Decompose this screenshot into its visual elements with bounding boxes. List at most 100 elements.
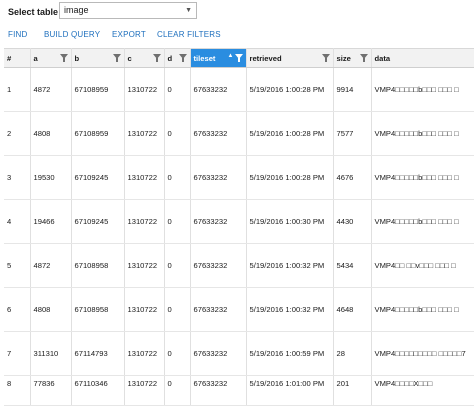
cell-b: 67110346 — [71, 375, 125, 406]
cell-data: VMP4□□□□□b□□□ □□□ □ — [371, 199, 474, 244]
cell-data-text: VMP4□□□□□b□□□ □□□ □ — [374, 216, 459, 226]
toolbar: FIND BUILD QUERY EXPORT CLEAR FILTERS — [0, 30, 474, 44]
cell-size: 9914 — [333, 67, 372, 112]
cell-retrieved: 5/19/2016 1:00:59 PM — [246, 331, 334, 376]
table-row[interactable]: 4 19466 67109245 1310722 0 67633232 5/19/2016 … — [4, 199, 474, 244]
cell-tileset: 67633232 — [190, 199, 247, 244]
cell-c: 1310722 — [124, 67, 165, 112]
cell-size: 4676 — [333, 155, 372, 200]
cell-n: 1 — [4, 67, 31, 112]
results-table: # a b c d tileset ▲ retrieved size data 1… — [4, 48, 474, 406]
cell-retrieved: 5/19/2016 1:00:30 PM — [246, 199, 334, 244]
cell-b: 67108958 — [71, 243, 125, 288]
cell-b: 67109245 — [71, 155, 125, 200]
filter-icon[interactable] — [112, 54, 121, 62]
table-row[interactable]: 5 4872 67108958 1310722 0 67633232 5/19/2016 1… — [4, 243, 474, 288]
cell-tileset: 67633232 — [190, 287, 247, 332]
filter-icon[interactable] — [152, 54, 161, 62]
cell-a: 311310 — [30, 331, 72, 376]
column-header-d[interactable]: d — [164, 48, 191, 68]
column-header-a[interactable]: a — [30, 48, 72, 68]
table-row[interactable]: 1 4872 67108959 1310722 0 67633232 5/19/2016 1… — [4, 67, 474, 112]
column-header-tileset[interactable]: tileset ▲ — [190, 48, 247, 68]
cell-d: 0 — [164, 243, 191, 288]
cell-data: VMP4□□□□□b□□□ □□□ □ — [371, 67, 474, 112]
table-select[interactable]: image ▼ — [59, 2, 197, 19]
cell-d: 0 — [164, 331, 191, 376]
table-row[interactable]: 2 4808 67108959 1310722 0 67633232 5/19/2016 1… — [4, 111, 474, 156]
find-button[interactable]: FIND — [8, 30, 27, 39]
chevron-down-icon: ▼ — [185, 7, 192, 14]
sort-ascending-icon: ▲ — [227, 53, 234, 59]
cell-b: 67114793 — [71, 331, 125, 376]
cell-size: 28 — [333, 331, 372, 376]
filter-icon[interactable] — [321, 54, 330, 62]
cell-size: 7577 — [333, 111, 372, 156]
cell-tileset: 67633232 — [190, 375, 247, 406]
cell-size: 201 — [333, 375, 372, 406]
cell-a: 77836 — [30, 375, 72, 406]
filter-icon[interactable] — [359, 54, 368, 62]
cell-n: 5 — [4, 243, 31, 288]
build-query-button[interactable]: BUILD QUERY — [44, 30, 100, 39]
cell-data: VMP4□□□□X□□□ — [371, 375, 474, 406]
cell-retrieved: 5/19/2016 1:00:28 PM — [246, 155, 334, 200]
cell-a: 4872 — [30, 67, 72, 112]
column-header-size[interactable]: size — [333, 48, 372, 68]
cell-c: 1310722 — [124, 243, 165, 288]
filter-icon[interactable] — [234, 54, 243, 62]
column-header-b[interactable]: b — [71, 48, 125, 68]
cell-a: 4808 — [30, 287, 72, 332]
cell-c: 1310722 — [124, 111, 165, 156]
cell-data-text: VMP4□□□□□b□□□ □□□ □ — [374, 304, 459, 314]
cell-c: 1310722 — [124, 199, 165, 244]
cell-n: 2 — [4, 111, 31, 156]
cell-data: VMP4□□□□□b□□□ □□□ □ — [371, 111, 474, 156]
column-header-c[interactable]: c — [124, 48, 165, 68]
cell-retrieved: 5/19/2016 1:01:00 PM — [246, 375, 334, 406]
cell-retrieved: 5/19/2016 1:00:28 PM — [246, 67, 334, 112]
table-row[interactable]: 7 311310 67114793 1310722 0 67633232 5/19/2016… — [4, 331, 474, 376]
filter-icon[interactable] — [178, 54, 187, 62]
cell-d: 0 — [164, 375, 191, 406]
cell-data-text: VMP4□□□□□b□□□ □□□ □ — [374, 84, 459, 94]
cell-retrieved: 5/19/2016 1:00:32 PM — [246, 243, 334, 288]
cell-data-text: VMP4□□□□□b□□□ □□□ □ — [374, 172, 459, 182]
cell-d: 0 — [164, 199, 191, 244]
cell-a: 19466 — [30, 199, 72, 244]
column-header-data[interactable]: data — [371, 48, 474, 68]
cell-size: 4648 — [333, 287, 372, 332]
column-header-retrieved[interactable]: retrieved — [246, 48, 334, 68]
cell-c: 1310722 — [124, 287, 165, 332]
cell-tileset: 67633232 — [190, 243, 247, 288]
cell-tileset: 67633232 — [190, 111, 247, 156]
clear-filters-button[interactable]: CLEAR FILTERS — [157, 30, 221, 39]
cell-tileset: 67633232 — [190, 331, 247, 376]
cell-n: 4 — [4, 199, 31, 244]
table-row[interactable]: 6 4808 67108958 1310722 0 67633232 5/19/2016 1… — [4, 287, 474, 332]
cell-a: 19530 — [30, 155, 72, 200]
table-row[interactable]: 3 19530 67109245 1310722 0 67633232 5/19/2016 … — [4, 155, 474, 200]
cell-n: 7 — [4, 331, 31, 376]
cell-data-text: VMP4□□□□□□□□□ □□□□□7 — [374, 348, 466, 358]
table-selector-bar: Select table image ▼ — [0, 0, 474, 28]
cell-d: 0 — [164, 67, 191, 112]
table-row[interactable]: 8 77836 67110346 1310722 0 67633232 5/19/2016 … — [4, 375, 474, 406]
cell-d: 0 — [164, 155, 191, 200]
cell-size: 5434 — [333, 243, 372, 288]
cell-n: 3 — [4, 155, 31, 200]
cell-data: VMP4□□□□□□□□□ □□□□□7 — [371, 331, 474, 376]
cell-size: 4430 — [333, 199, 372, 244]
column-header-index[interactable]: # — [4, 48, 31, 68]
cell-b: 67108959 — [71, 111, 125, 156]
cell-retrieved: 5/19/2016 1:00:32 PM — [246, 287, 334, 332]
header-row: # a b c d tileset ▲ retrieved size data — [4, 48, 474, 68]
filter-icon[interactable] — [59, 54, 68, 62]
cell-data: VMP4□□□□□b□□□ □□□ □ — [371, 155, 474, 200]
cell-data: VMP4□□□□□b□□□ □□□ □ — [371, 287, 474, 332]
export-button[interactable]: EXPORT — [112, 30, 146, 39]
cell-n: 6 — [4, 287, 31, 332]
cell-b: 67108958 — [71, 287, 125, 332]
cell-c: 1310722 — [124, 155, 165, 200]
select-table-label: Select table — [8, 7, 59, 17]
